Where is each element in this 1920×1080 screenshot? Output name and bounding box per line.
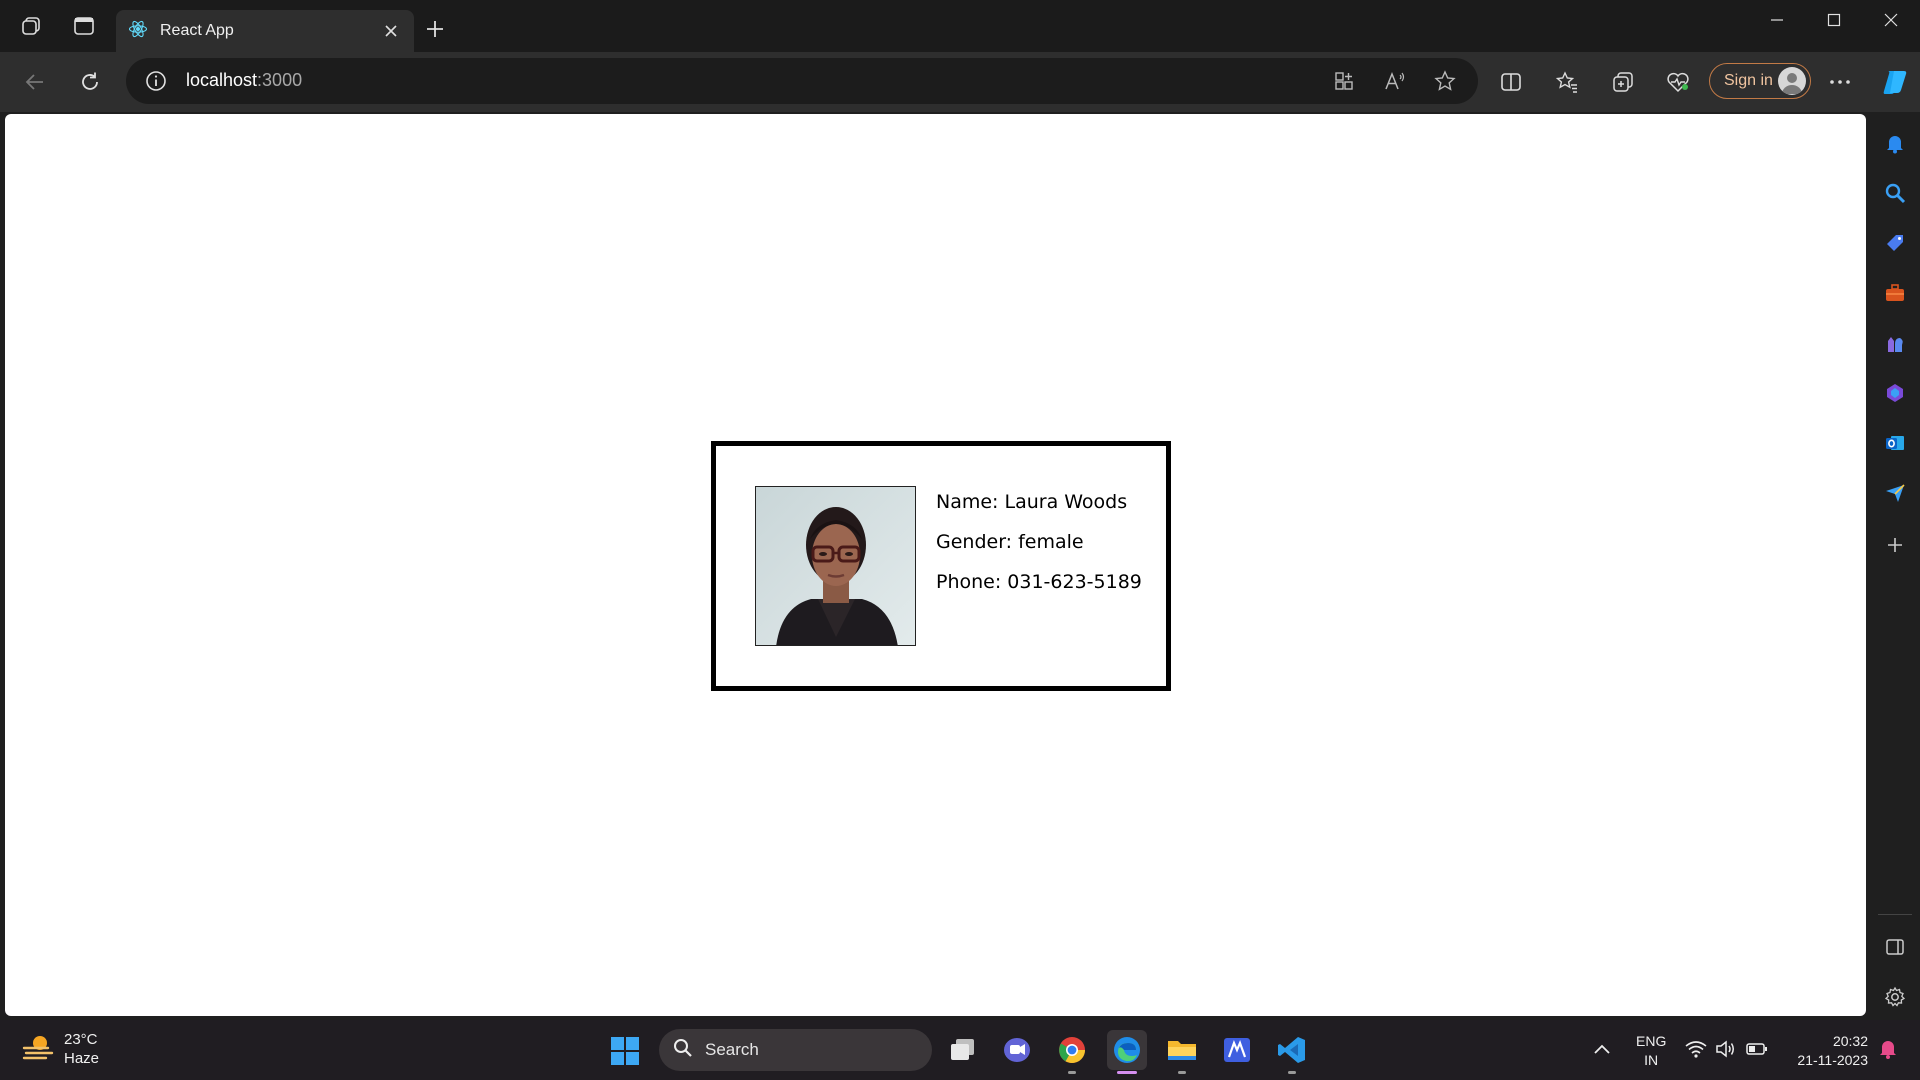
url-host: localhost	[186, 70, 258, 90]
language-region: IN	[1644, 1052, 1659, 1068]
maximize-button[interactable]	[1811, 6, 1857, 34]
settings-gear-icon[interactable]	[1882, 984, 1908, 1010]
sign-in-button[interactable]: Sign in	[1709, 63, 1811, 99]
profile-details: Name: Laura Woods Gender: female Phone: …	[936, 490, 1142, 610]
add-icon[interactable]	[1882, 532, 1908, 558]
language-code: ENG	[1636, 1033, 1667, 1049]
notification-bell-icon[interactable]	[1882, 130, 1908, 156]
wifi-icon[interactable]	[1684, 1037, 1708, 1061]
collections-icon[interactable]	[1607, 66, 1639, 98]
file-explorer-icon[interactable]	[1162, 1030, 1202, 1074]
send-icon[interactable]	[1882, 480, 1908, 506]
back-button[interactable]	[19, 66, 51, 98]
close-tab-icon[interactable]	[380, 20, 402, 42]
teams-chat-icon[interactable]	[997, 1030, 1037, 1070]
react-logo-icon	[128, 19, 148, 44]
weather-widget[interactable]: 23°C Haze	[22, 1030, 99, 1068]
browser-toolbar: localhost:3000 Sign in	[0, 52, 1920, 112]
read-aloud-icon[interactable]	[1383, 69, 1407, 93]
show-hidden-icons-chevron-icon[interactable]	[1590, 1037, 1614, 1061]
taskbar: 23°C Haze Search ENG IN 20:32 21-11-2023	[0, 1020, 1920, 1080]
workspaces-icon[interactable]	[20, 14, 44, 38]
new-tab-button[interactable]	[422, 16, 448, 42]
search-icon[interactable]	[1882, 180, 1908, 206]
profile-name: Name: Laura Woods	[936, 491, 1128, 513]
profile-photo	[755, 486, 916, 646]
refresh-button[interactable]	[74, 66, 106, 98]
address-bar[interactable]: localhost:3000	[126, 58, 1478, 104]
volume-icon[interactable]	[1714, 1037, 1738, 1061]
running-indicator	[1288, 1071, 1296, 1074]
weather-temp: 23°C	[64, 1031, 98, 1048]
more-options-icon[interactable]	[1824, 66, 1856, 98]
microsoft-365-icon[interactable]	[1882, 380, 1908, 406]
weather-condition: Haze	[64, 1050, 100, 1067]
games-icon[interactable]	[1882, 330, 1908, 356]
split-screen-icon[interactable]	[1495, 66, 1527, 98]
task-view-icon[interactable]	[943, 1030, 983, 1070]
vertical-tabs-icon[interactable]	[72, 14, 96, 38]
system-clock[interactable]: 20:32 21-11-2023	[1788, 1032, 1868, 1070]
sidebar-divider	[1878, 914, 1912, 915]
profile-phone: Phone: 031-623-5189	[936, 571, 1142, 593]
url-port: :3000	[257, 70, 303, 90]
running-indicator	[1178, 1071, 1186, 1074]
shopping-tag-icon[interactable]	[1882, 230, 1908, 256]
search-placeholder: Search	[705, 1040, 759, 1059]
tools-briefcase-icon[interactable]	[1882, 280, 1908, 306]
active-indicator	[1117, 1071, 1137, 1074]
hide-sidebar-icon[interactable]	[1882, 934, 1908, 960]
title-bar: React App	[0, 0, 1920, 52]
vscode-icon[interactable]	[1272, 1030, 1312, 1074]
close-window-button[interactable]	[1868, 6, 1914, 34]
battery-icon[interactable]	[1745, 1037, 1769, 1061]
clock-date: 21-11-2023	[1797, 1052, 1868, 1068]
tab-react-app[interactable]: React App	[116, 10, 414, 52]
browser-essentials-icon[interactable]	[1662, 66, 1694, 98]
favorites-icon[interactable]	[1551, 66, 1583, 98]
avatar	[1778, 67, 1806, 95]
minimize-button[interactable]	[1754, 6, 1800, 34]
running-indicator	[1068, 1071, 1076, 1074]
copilot-icon[interactable]	[1879, 66, 1911, 98]
search-icon	[673, 1038, 693, 1063]
haze-sun-icon	[22, 1032, 54, 1067]
edge-icon[interactable]	[1107, 1030, 1147, 1074]
profile-card: Name: Laura Woods Gender: female Phone: …	[711, 441, 1171, 691]
input-language[interactable]: ENG IN	[1636, 1032, 1666, 1070]
tab-title: React App	[160, 22, 234, 39]
notification-bell-icon[interactable]	[1876, 1037, 1900, 1061]
taskbar-search[interactable]: Search	[659, 1029, 932, 1071]
favorite-star-icon[interactable]	[1433, 69, 1457, 93]
url-text[interactable]: localhost:3000	[186, 70, 302, 91]
profile-gender: Gender: female	[936, 531, 1084, 553]
chrome-icon[interactable]	[1052, 1030, 1092, 1074]
site-info-icon[interactable]	[144, 69, 168, 93]
outlook-icon[interactable]	[1882, 430, 1908, 456]
clock-time: 20:32	[1832, 1033, 1868, 1049]
app-available-icon[interactable]	[1332, 69, 1356, 93]
page-viewport: Name: Laura Woods Gender: female Phone: …	[5, 114, 1866, 1016]
edge-sidebar	[1870, 114, 1920, 1016]
sign-in-label: Sign in	[1724, 72, 1773, 89]
windows-start-button[interactable]	[610, 1036, 640, 1066]
powerautomate-icon[interactable]	[1217, 1030, 1257, 1070]
